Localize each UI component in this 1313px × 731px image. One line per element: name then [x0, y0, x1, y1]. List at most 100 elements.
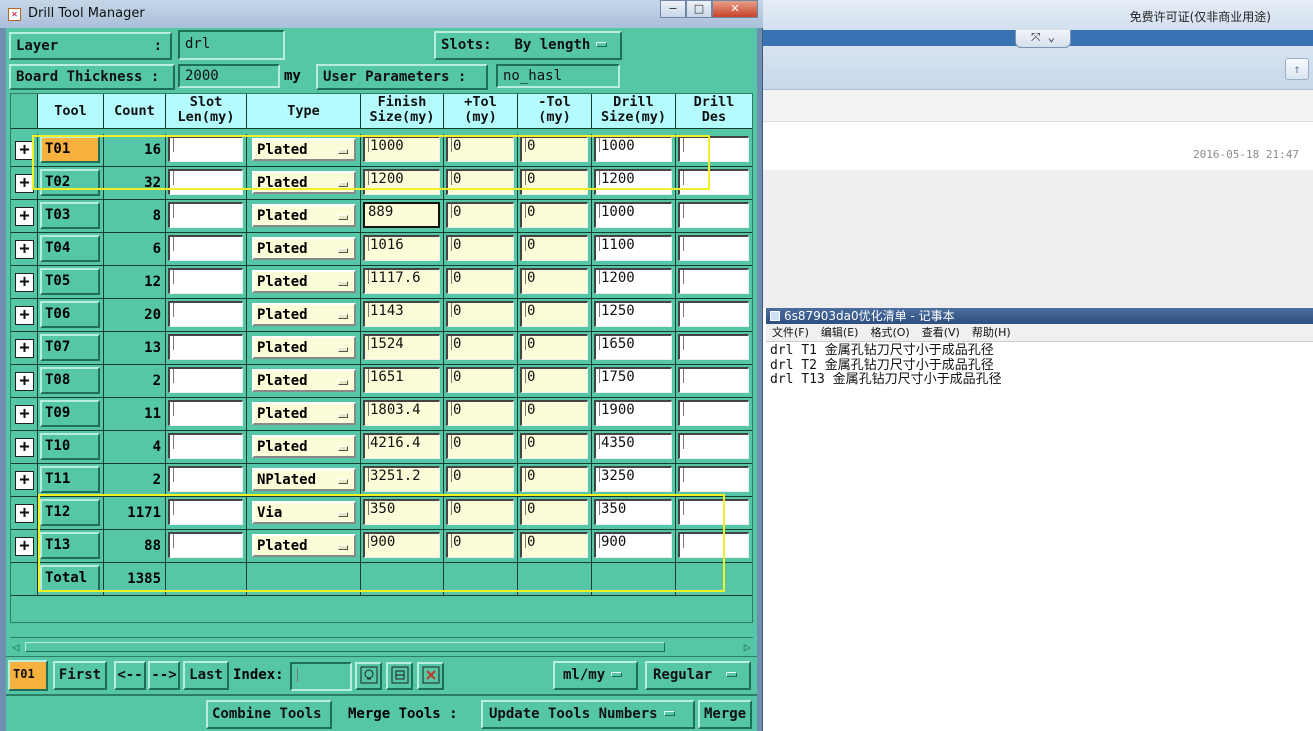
drill-size-field[interactable]: 4350	[594, 433, 672, 459]
drill-size-field[interactable]: 350	[594, 499, 672, 525]
drill-des-field[interactable]	[678, 169, 749, 195]
tool-button[interactable]: T03	[40, 202, 100, 229]
tool-button[interactable]: T04	[40, 235, 100, 262]
type-option-menu[interactable]: Via	[252, 501, 356, 524]
finish-size-field[interactable]: 350	[363, 499, 440, 525]
scrollbar-thumb[interactable]	[25, 642, 665, 652]
index-field[interactable]	[290, 662, 352, 691]
expand-toggle-icon[interactable]: +	[15, 405, 34, 424]
merge-button[interactable]: Merge	[698, 700, 752, 729]
close-button[interactable]: ✕	[712, 0, 758, 18]
slot-length-field[interactable]	[168, 334, 243, 360]
scroll-right-icon[interactable]: ▷	[744, 640, 751, 654]
horizontal-scrollbar[interactable]: ◁ ▷	[10, 637, 753, 655]
drill-size-field[interactable]: 3250	[594, 466, 672, 492]
tool-button[interactable]: T06	[40, 301, 100, 328]
expand-toggle-icon[interactable]: +	[15, 240, 34, 259]
maximize-button[interactable]: □	[686, 0, 712, 18]
type-option-menu[interactable]: Plated	[252, 402, 356, 425]
delete-icon[interactable]	[417, 662, 444, 690]
notepad-menu-file[interactable]: 文件(F)	[772, 324, 809, 342]
slot-length-field[interactable]	[168, 235, 243, 261]
scroll-left-icon[interactable]: ◁	[12, 640, 19, 654]
minus-tol-field[interactable]: 0	[520, 202, 588, 228]
expand-toggle-icon[interactable]: +	[15, 372, 34, 391]
drill-des-field[interactable]	[678, 334, 749, 360]
plus-tol-field[interactable]: 0	[446, 301, 514, 327]
minus-tol-field[interactable]: 0	[520, 532, 588, 558]
minus-tol-field[interactable]: 0	[520, 334, 588, 360]
finish-size-field[interactable]: 889	[363, 202, 440, 228]
plus-tol-field[interactable]: 0	[446, 532, 514, 558]
slot-length-field[interactable]	[168, 136, 243, 162]
type-option-menu[interactable]: Plated	[252, 237, 356, 260]
drill-des-field[interactable]	[678, 433, 749, 459]
next-button[interactable]: -->	[148, 661, 180, 690]
expand-toggle-icon[interactable]: +	[15, 471, 34, 490]
minus-tol-field[interactable]: 0	[520, 466, 588, 492]
finish-size-field[interactable]: 1117.6	[363, 268, 440, 294]
drill-size-field[interactable]: 1000	[594, 136, 672, 162]
minus-tol-field[interactable]: 0	[520, 499, 588, 525]
type-option-menu[interactable]: NPlated	[252, 468, 356, 491]
plus-tol-field[interactable]: 0	[446, 499, 514, 525]
finish-size-field[interactable]: 1143	[363, 301, 440, 327]
layer-field[interactable]: drl	[178, 30, 285, 60]
first-button[interactable]: First	[53, 661, 107, 690]
drill-size-field[interactable]: 1000	[594, 202, 672, 228]
mode-option-menu[interactable]: Regular	[645, 661, 751, 690]
plus-tol-field[interactable]: 0	[446, 136, 514, 162]
slot-length-field[interactable]	[168, 499, 243, 525]
drill-size-field[interactable]: 1750	[594, 367, 672, 393]
user-parameters-field[interactable]: no_hasl	[496, 64, 620, 88]
up-arrow-icon[interactable]: ↑	[1285, 58, 1309, 80]
type-option-menu[interactable]: Plated	[252, 336, 356, 359]
type-option-menu[interactable]: Plated	[252, 204, 356, 227]
drill-des-field[interactable]	[678, 400, 749, 426]
board-thickness-field[interactable]: 2000	[178, 64, 280, 88]
ribbon-collapse-tab[interactable]: ⤧ ⌄	[1015, 30, 1071, 48]
drill-size-field[interactable]: 1200	[594, 268, 672, 294]
update-tools-option-menu[interactable]: Update Tools Numbers	[481, 700, 695, 729]
finish-size-field[interactable]: 1803.4	[363, 400, 440, 426]
drill-des-field[interactable]	[678, 499, 749, 525]
drill-des-field[interactable]	[678, 367, 749, 393]
finish-size-field[interactable]: 900	[363, 532, 440, 558]
finish-size-field[interactable]: 4216.4	[363, 433, 440, 459]
plus-tol-field[interactable]: 0	[446, 367, 514, 393]
drill-des-field[interactable]	[678, 532, 749, 558]
slot-length-field[interactable]	[168, 466, 243, 492]
tool-button[interactable]: T10	[40, 433, 100, 460]
tool-button[interactable]: T11	[40, 466, 100, 493]
slot-length-field[interactable]	[168, 268, 243, 294]
plus-tol-field[interactable]: 0	[446, 433, 514, 459]
tool-button[interactable]: T08	[40, 367, 100, 394]
drill-des-field[interactable]	[678, 136, 749, 162]
combine-tools-button[interactable]: Combine Tools	[206, 700, 332, 729]
type-option-menu[interactable]: Plated	[252, 270, 356, 293]
tool-button[interactable]: T02	[40, 169, 100, 196]
minimize-button[interactable]: −	[660, 0, 686, 18]
slot-length-field[interactable]	[168, 301, 243, 327]
slot-length-field[interactable]	[168, 202, 243, 228]
drill-des-field[interactable]	[678, 466, 749, 492]
previous-button[interactable]: <--	[114, 661, 146, 690]
plus-tol-field[interactable]: 0	[446, 466, 514, 492]
plus-tol-field[interactable]: 0	[446, 202, 514, 228]
notepad-menu-format[interactable]: 格式(O)	[870, 324, 909, 342]
units-option-menu[interactable]: ml/my	[553, 661, 638, 690]
type-option-menu[interactable]: Plated	[252, 303, 356, 326]
plus-tol-field[interactable]: 0	[446, 400, 514, 426]
slot-length-field[interactable]	[168, 532, 243, 558]
finish-size-field[interactable]: 1524	[363, 334, 440, 360]
minus-tol-field[interactable]: 0	[520, 367, 588, 393]
expand-toggle-icon[interactable]: +	[15, 438, 34, 457]
finish-size-field[interactable]: 1651	[363, 367, 440, 393]
slot-length-field[interactable]	[168, 367, 243, 393]
slot-length-field[interactable]	[168, 433, 243, 459]
notepad-menu-view[interactable]: 查看(V)	[922, 324, 960, 342]
minus-tol-field[interactable]: 0	[520, 301, 588, 327]
last-button[interactable]: Last	[183, 661, 229, 690]
drill-size-field[interactable]: 1650	[594, 334, 672, 360]
plus-tol-field[interactable]: 0	[446, 268, 514, 294]
